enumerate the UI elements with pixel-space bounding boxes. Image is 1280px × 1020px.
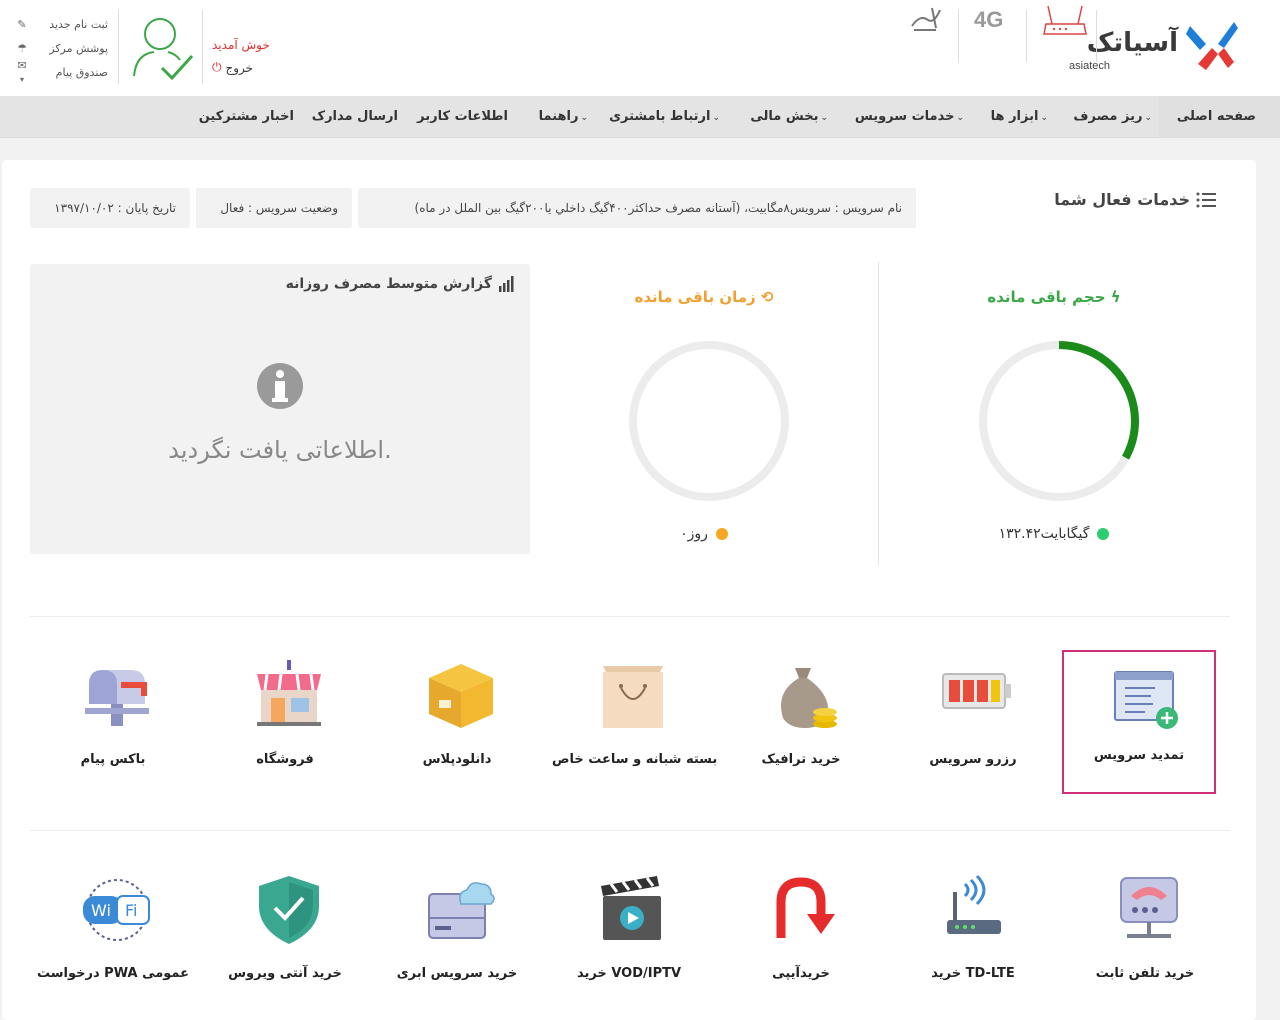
daily-usage-report: گزارش متوسط مصرف روزانه اطلاعاتی یافت نگ… [30,264,530,554]
nav-finance[interactable]: بخش مالی ⌄ [750,96,828,138]
volume-gauge-value: ۱۳۲.۴۲گیگابایت [884,526,1224,542]
chevron-down-icon: ⌄ [820,113,828,123]
quick-link-coverage[interactable]: ☂ پوشش مرکز [16,36,108,60]
time-gauge: زمان باقی مانده ⟲ ۰روز [534,260,874,570]
quick-link-inbox[interactable]: ✉ ▾ صندوق پیام [16,59,108,84]
lightning-icon: ϟ [1110,288,1121,306]
tile-buy-antivirus[interactable]: خرید آنتی ویروس [208,874,362,1018]
main-nav: صفحه اصلی ریز مصرف ⌄ ابزار ها ⌄ خدمات سروی… [0,96,1280,138]
time-gauge-value: ۰روز [534,526,874,542]
landline-phone-icon [1120,877,1178,938]
4g-icon[interactable]: 4G [974,0,1014,40]
tile-buy-td-lte[interactable]: خرید TD-LTE [896,874,1050,1018]
nav-help[interactable]: راهنما ⌄ [539,96,588,138]
nav-services[interactable]: خدمات سرویس ⌄ [855,96,964,138]
list-icon [1196,192,1216,207]
mailbox-icon [85,670,149,726]
logout-label: خروج [225,60,254,75]
nav-usage[interactable]: ریز مصرف ⌄ [1073,96,1152,138]
nav-tools[interactable]: ابزار ها ⌄ [991,96,1048,138]
nav-home[interactable]: صفحه اصلی [1158,96,1280,138]
renew-service-icon [1114,671,1178,729]
chevron-down-icon: ⌄ [1144,113,1152,123]
nav-user-info[interactable]: اطلاعات کاربر [417,96,508,138]
envelope-icon: ✉ ▾ [17,59,27,84]
service-status-pill: وضعیت سرویس : فعال [196,188,352,228]
nav-news[interactable]: اخبار مشترکین [199,96,294,138]
tile-buy-cloud-service[interactable]: خرید سرویس ابری [380,874,534,1018]
end-date-pill: تاریخ پایان : ۱۳۹۷/۱۰/۰۲ [30,188,190,228]
tile-pwa-request[interactable]: Wi Fi درخواست PWA عمومی [36,874,190,1018]
svg-text:Wi: Wi [91,901,111,920]
logo-x-icon [1186,22,1238,70]
tile-buy-traffic[interactable]: خرید ترافیک [724,660,878,804]
shield-check-icon [259,876,319,944]
tile-buy-landline[interactable]: خرید تلفن ثابت [1068,874,1222,1018]
user-avatar-icon [133,18,194,81]
active-services-title: خدمات فعال شما [1054,190,1216,209]
info-icon [257,363,303,409]
orange-dot-icon [715,528,728,540]
logo-subtext: asiatech [1069,60,1110,72]
pencil-icon: ✎ [17,17,27,31]
chevron-down-icon: ⌄ [1040,113,1048,123]
quick-link-register[interactable]: ✎ ثبت نام جدید [16,12,108,36]
adsl-icon[interactable] [906,0,946,40]
u-turn-arrow-icon [776,877,835,938]
tile-shop[interactable]: فروشگاه [208,660,362,804]
time-gauge-ring [629,341,789,501]
lte-router-icon [947,874,1001,934]
tile-night-package[interactable]: بسته شبانه و ساعت خاص [552,660,717,804]
quick-links: ✎ ثبت نام جدید ☂ پوشش مرکز ✉ ▾ صندوق پیا… [16,12,108,85]
logout-link[interactable]: ⏻ خروج [212,60,253,75]
umbrella-icon: ☂ [17,41,27,55]
volume-gauge-ring [979,341,1139,501]
nav-contact[interactable]: ارتباط بامشتری ⌄ [609,96,720,138]
power-icon: ⏻ [212,60,222,74]
green-dot-icon [1097,528,1110,540]
welcome-text: خوش آمدید [212,38,270,52]
tile-renew-service[interactable]: تمدید سرویس [1062,650,1216,794]
bar-chart-icon [499,276,514,292]
svg-text:Fi: Fi [125,901,137,920]
modem-icon[interactable] [1040,0,1090,40]
logo-text: آسیاتک [1086,28,1178,58]
no-data-text: اطلاعاتی یافت نگردید. [168,436,392,464]
chevron-down-icon: ⌄ [580,113,588,123]
clapperboard-icon [601,876,661,940]
cloud-server-icon [428,882,495,939]
tile-buy-vod-iptv[interactable]: خرید VOD/IPTV [552,874,706,1018]
volume-gauge-title: حجم باقی مانده ϟ [987,288,1121,306]
money-bag-icon [781,668,837,728]
report-title: گزارش متوسط مصرف روزانه [286,276,514,292]
service-name-pill: نام سرویس : سرویس۸مگابیت، (آستانه مصرف ح… [358,188,916,228]
volume-gauge: حجم باقی مانده ϟ ۱۳۲.۴۲گیگابایت [884,260,1224,570]
shop-icon [257,660,321,726]
chevron-down-icon: ⌄ [712,113,720,123]
tile-message-box[interactable]: باکس پیام [36,660,190,804]
tile-buy-ip[interactable]: خریدآیپی [724,874,878,1018]
tile-download-plus[interactable]: دانلودپلاس [380,660,534,804]
shopping-bag-icon [603,666,663,728]
dashboard-card: خدمات فعال شما نام سرویس : سرویس۸مگابیت،… [2,160,1256,1020]
nav-send-docs[interactable]: ارسال مدارک [312,96,398,138]
chevron-down-icon: ⌄ [956,113,964,123]
wifi-icon: Wi Fi [83,879,150,941]
package-box-icon [429,664,493,728]
battery-icon [942,673,1011,709]
time-gauge-title: زمان باقی مانده ⟲ [634,288,774,306]
header: آسیاتک asiatech 4G خوش آمدید ⏻ خروج ✎ ثب… [0,0,1280,96]
tile-reserve-service[interactable]: رزرو سرویس [896,660,1050,804]
history-clock-icon: ⟲ [760,288,774,306]
